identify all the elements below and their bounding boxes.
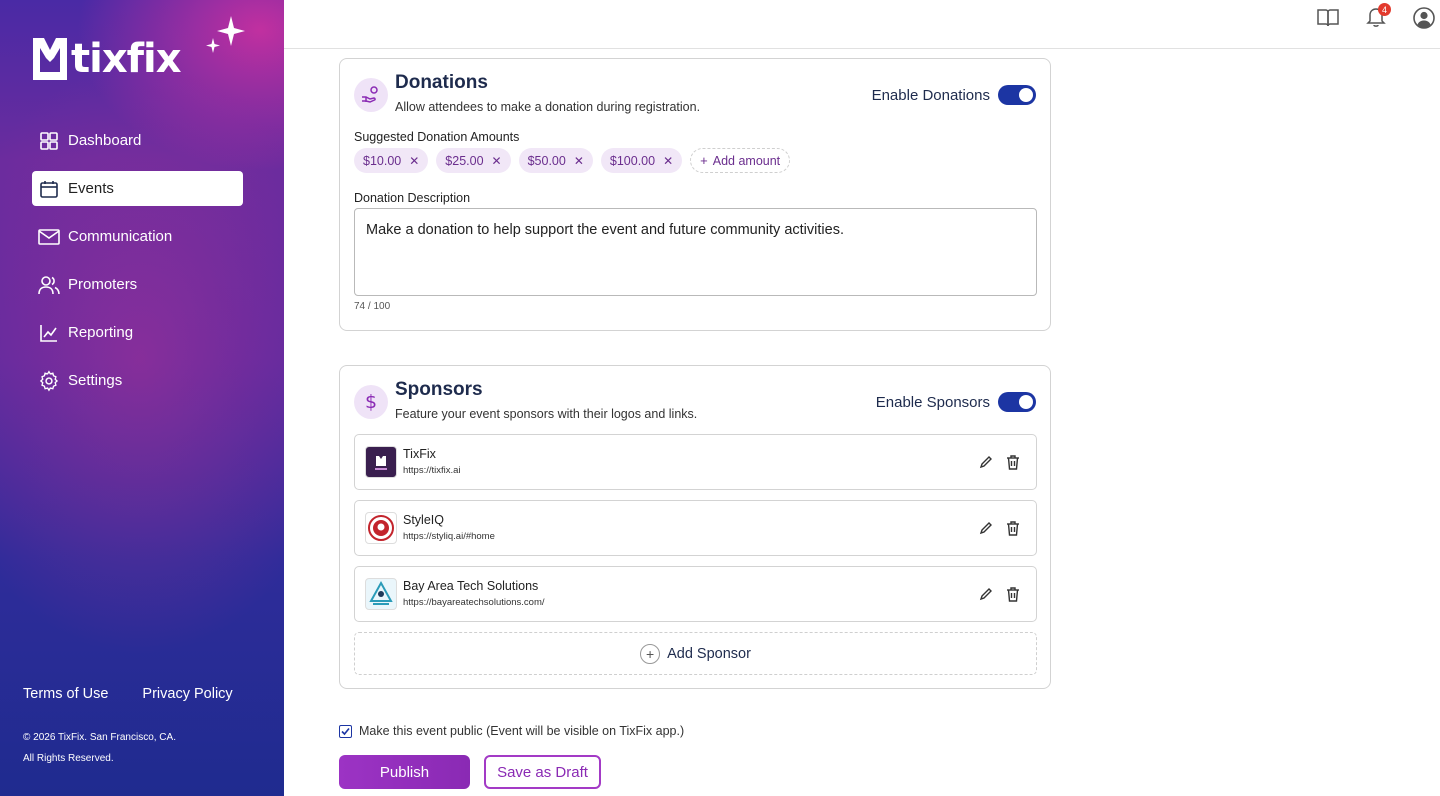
add-sponsor-label: Add Sponsor <box>667 645 751 662</box>
sidebar-item-reporting[interactable]: Reporting <box>32 315 243 350</box>
remove-icon[interactable]: ✕ <box>663 154 673 168</box>
amount-chips: $10.00 ✕ $25.00 ✕ $50.00 ✕ $100.00 ✕ + Add am… <box>354 148 791 173</box>
sidebar-item-label: Events <box>68 180 114 197</box>
donations-toggle[interactable] <box>998 85 1036 105</box>
sidebar-item-promoters[interactable]: Promoters <box>32 267 243 302</box>
donation-description-field[interactable]: Make a donation to help support the even… <box>354 208 1037 296</box>
sponsors-toggle[interactable] <box>998 392 1036 412</box>
edit-icon[interactable] <box>977 585 995 603</box>
gear-icon <box>38 369 60 392</box>
amount-value: $100.00 <box>609 153 656 168</box>
calendar-icon <box>38 178 60 200</box>
sidebar-item-label: Settings <box>68 372 123 389</box>
sidebar-item-dashboard[interactable]: Dashboard <box>32 123 243 158</box>
users-icon <box>38 274 60 296</box>
sponsor-name: StyleIQ <box>403 513 444 527</box>
sponsor-url[interactable]: https://tixfix.ai <box>403 465 461 476</box>
amounts-label: Suggested Donation Amounts <box>354 130 520 144</box>
amount-value: $25.00 <box>445 153 484 168</box>
donations-card: Donations Allow attendees to make a dona… <box>339 58 1051 331</box>
bay-area-tech-logo-icon <box>365 578 397 610</box>
trash-icon[interactable] <box>1004 453 1022 471</box>
amount-chip: $100.00 ✕ <box>600 148 683 173</box>
sidebar-item-settings[interactable]: Settings <box>32 363 243 398</box>
amount-chip: $10.00 ✕ <box>354 148 429 173</box>
sparkle-icon <box>206 16 245 53</box>
sponsors-toggle-wrap: Enable Sponsors <box>876 392 1036 412</box>
amount-value: $50.00 <box>527 153 566 168</box>
sidebar: tixfix Dashboard Events Communication Pr… <box>0 0 284 796</box>
logo-mark-icon <box>33 38 67 80</box>
mail-icon <box>38 226 60 248</box>
edit-icon[interactable] <box>977 453 995 471</box>
logo[interactable]: tixfix <box>32 36 182 82</box>
tixfix-logo-icon <box>365 446 397 478</box>
amount-chip: $25.00 ✕ <box>436 148 511 173</box>
sponsor-name: TixFix <box>403 447 436 461</box>
sponsor-row: TixFix https://tixfix.ai <box>354 434 1037 490</box>
sponsor-url[interactable]: https://bayareatechsolutions.com/ <box>403 597 545 608</box>
donations-toggle-label: Enable Donations <box>871 86 990 104</box>
edit-icon[interactable] <box>977 519 995 537</box>
sidebar-item-events[interactable]: Events <box>32 171 243 206</box>
amount-value: $10.00 <box>363 153 402 168</box>
sponsors-subtitle: Feature your event sponsors with their l… <box>395 407 698 421</box>
trash-icon[interactable] <box>1004 519 1022 537</box>
remove-icon[interactable]: ✕ <box>574 154 584 168</box>
sidebar-item-label: Communication <box>68 228 173 245</box>
public-event-label: Make this event public (Event will be vi… <box>359 724 685 738</box>
remove-icon[interactable]: ✕ <box>409 154 419 168</box>
public-event-checkbox[interactable] <box>339 724 352 738</box>
copyright-line: All Rights Reserved. <box>23 753 114 764</box>
add-amount-label: Add amount <box>712 153 781 168</box>
donations-title: Donations <box>395 72 488 93</box>
chart-icon <box>38 322 60 344</box>
sponsors-title: Sponsors <box>395 379 483 400</box>
profile-icon[interactable] <box>1413 7 1435 29</box>
donation-hand-icon <box>354 78 388 112</box>
add-sponsor-button[interactable]: + Add Sponsor <box>354 632 1037 675</box>
sponsor-name: Bay Area Tech Solutions <box>403 579 539 593</box>
public-event-row: Make this event public (Event will be vi… <box>339 724 684 738</box>
sidebar-item-label: Promoters <box>68 276 138 293</box>
sponsor-row: StyleIQ https://styliq.ai/#home <box>354 500 1037 556</box>
save-draft-button[interactable]: Save as Draft <box>484 755 601 789</box>
trash-icon[interactable] <box>1004 585 1022 603</box>
sidebar-item-label: Dashboard <box>68 132 142 149</box>
sponsor-url[interactable]: https://styliq.ai/#home <box>403 531 495 542</box>
sidebar-nav: Dashboard Events Communication Promoters… <box>32 123 243 411</box>
plus-circle-icon: + <box>640 643 661 664</box>
terms-link[interactable]: Terms of Use <box>23 686 108 702</box>
publish-button[interactable]: Publish <box>339 755 470 789</box>
notification-badge: 4 <box>1378 3 1391 16</box>
copyright: © 2026 TixFix. San Francisco, CA. All Ri… <box>23 727 223 769</box>
sidebar-item-communication[interactable]: Communication <box>32 219 243 254</box>
footer-links: Terms of Use Privacy Policy <box>23 686 233 702</box>
remove-icon[interactable]: ✕ <box>492 154 502 168</box>
styleiq-logo-icon <box>365 512 397 544</box>
donations-toggle-wrap: Enable Donations <box>872 85 1036 105</box>
book-icon[interactable] <box>1317 7 1339 29</box>
sponsors-toggle-label: Enable Sponsors <box>875 393 990 411</box>
description-label: Donation Description <box>354 191 471 205</box>
sponsor-row: Bay Area Tech Solutions https://bayareat… <box>354 566 1037 622</box>
sidebar-item-label: Reporting <box>68 324 134 341</box>
donations-subtitle: Allow attendees to make a donation durin… <box>395 100 701 114</box>
topbar <box>284 0 1440 49</box>
plus-icon: + <box>700 153 708 168</box>
sponsors-card: $ Sponsors Feature your event sponsors w… <box>339 365 1051 689</box>
privacy-link[interactable]: Privacy Policy <box>142 686 232 702</box>
dashboard-icon <box>38 130 60 152</box>
add-amount-button[interactable]: + Add amount <box>690 148 791 173</box>
char-counter: 74 / 100 <box>354 301 391 312</box>
copyright-line: © 2026 TixFix. San Francisco, CA. <box>23 732 176 743</box>
amount-chip: $50.00 ✕ <box>518 148 593 173</box>
logo-text: tixfix <box>71 36 182 82</box>
dollar-icon: $ <box>354 385 388 419</box>
